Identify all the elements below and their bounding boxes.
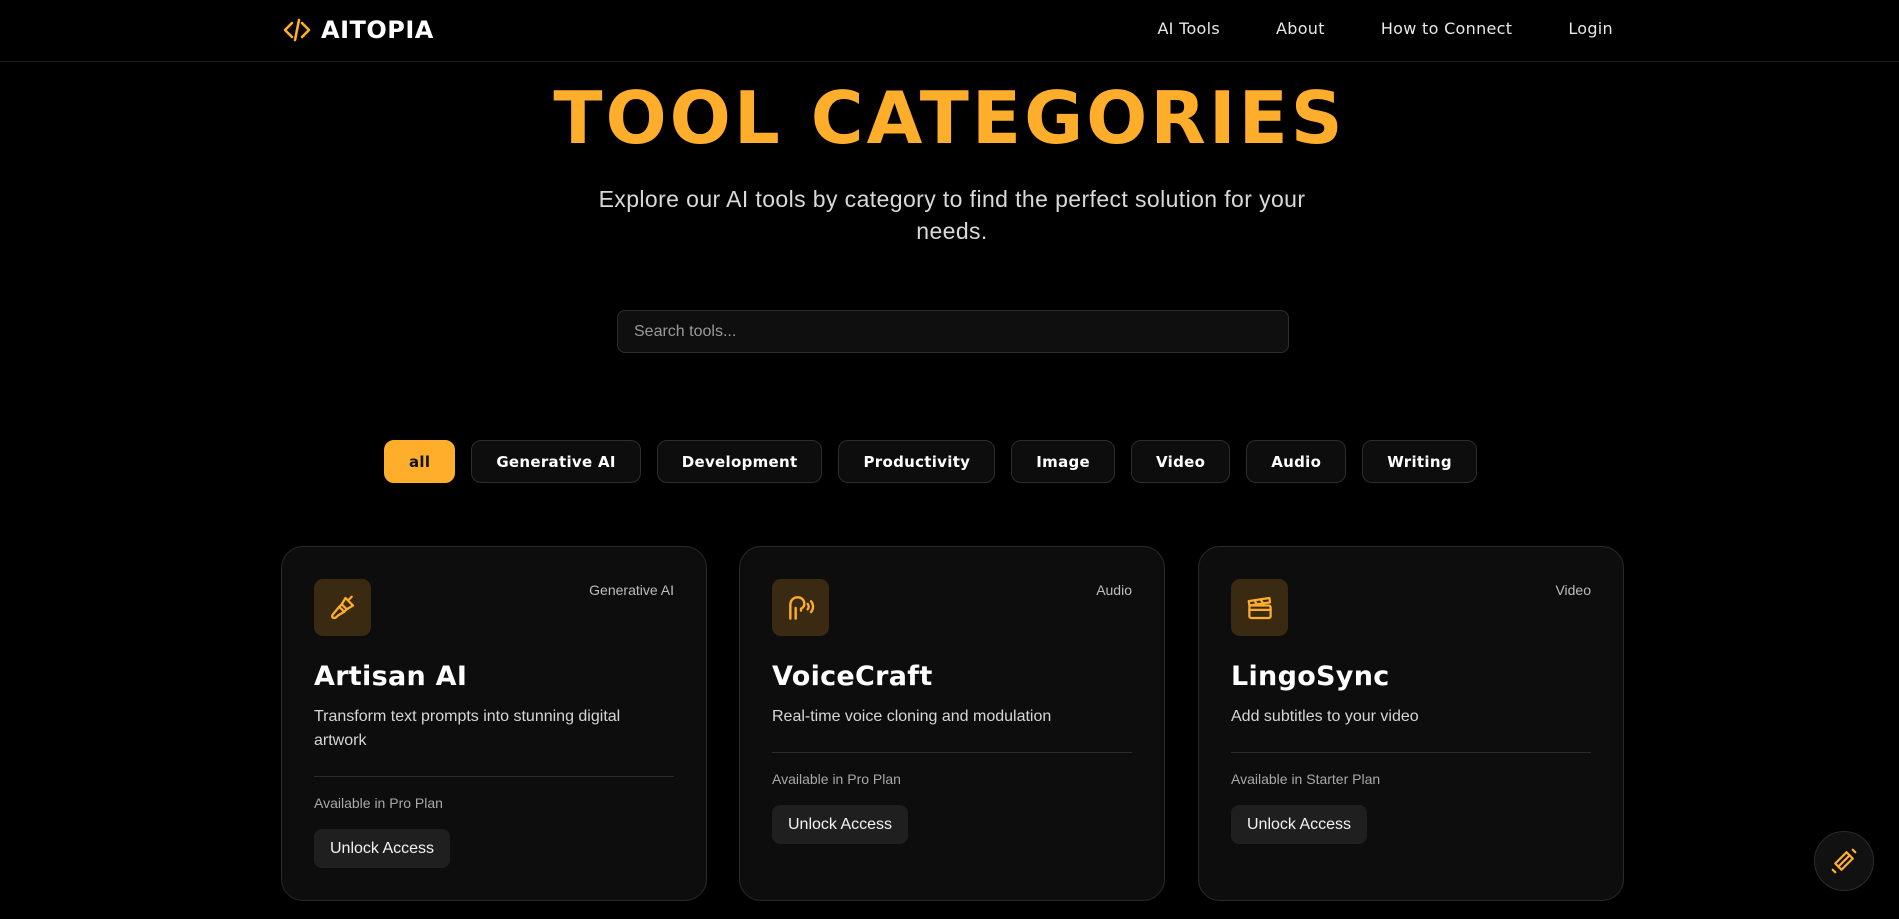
unlock-access-button[interactable]: Unlock Access <box>314 829 451 868</box>
clapperboard-icon <box>1247 596 1272 619</box>
nav-link-how-to-connect[interactable]: How to Connect <box>1381 19 1513 38</box>
category-filters: all Generative AI Development Productivi… <box>384 440 1477 483</box>
paintbrush-icon <box>330 595 354 619</box>
card-divider <box>314 776 674 777</box>
tool-plan-label: Available in Pro Plan <box>314 795 443 811</box>
tool-category-label: Generative AI <box>589 582 674 598</box>
filter-chip-productivity[interactable]: Productivity <box>838 440 996 483</box>
filter-chip-development[interactable]: Development <box>656 440 823 483</box>
brand-name: AITOPIA <box>321 16 434 44</box>
tool-category-label: Audio <box>1096 582 1132 598</box>
tool-card-lingosync[interactable]: Video LingoSync Add subtitles to your vi… <box>1198 546 1624 901</box>
filter-chip-writing[interactable]: Writing <box>1362 440 1477 483</box>
code-icon <box>283 18 311 42</box>
tool-icon-box <box>1231 579 1288 636</box>
tool-description: Real-time voice cloning and modulation <box>772 708 1052 725</box>
tool-description: Add subtitles to your video <box>1231 708 1419 725</box>
brand-logo-icon <box>1831 848 1857 874</box>
filter-chip-audio[interactable]: Audio <box>1246 440 1347 483</box>
voice-icon <box>788 595 814 620</box>
tool-icon-box <box>772 579 829 636</box>
tool-title: Artisan AI <box>314 661 468 692</box>
page-title: TOOL CATEGORIES <box>553 76 1346 160</box>
filter-chip-image[interactable]: Image <box>1011 440 1116 483</box>
card-divider <box>772 752 1132 753</box>
filter-chip-generative-ai[interactable]: Generative AI <box>471 440 641 483</box>
tool-description: Transform text prompts into stunning dig… <box>314 708 621 749</box>
nav-link-ai-tools[interactable]: AI Tools <box>1157 19 1220 38</box>
tool-icon-box <box>314 579 371 636</box>
tool-category-label: Video <box>1555 582 1591 598</box>
brand-logo[interactable]: AITOPIA <box>281 14 434 46</box>
nav-link-about[interactable]: About <box>1276 19 1325 38</box>
tool-card-artisan-ai[interactable]: Generative AI Artisan AI Transform text … <box>281 546 707 901</box>
filter-chip-all[interactable]: all <box>384 440 456 483</box>
page-subtitle: Explore our AI tools by category to find… <box>598 186 1306 244</box>
filter-chip-video[interactable]: Video <box>1131 440 1231 483</box>
nav-links: AI Tools About How to Connect Login <box>1157 19 1613 38</box>
top-nav: AITOPIA AI Tools About How to Connect Lo… <box>0 0 1899 62</box>
tool-title: VoiceCraft <box>772 661 933 692</box>
tool-card-voicecraft[interactable]: Audio VoiceCraft Real-time voice cloning… <box>739 546 1165 901</box>
nav-link-login[interactable]: Login <box>1568 19 1613 38</box>
tool-plan-label: Available in Starter Plan <box>1231 771 1381 787</box>
unlock-access-button[interactable]: Unlock Access <box>772 805 909 844</box>
search-input[interactable] <box>617 310 1289 353</box>
tool-plan-label: Available in Pro Plan <box>772 771 901 787</box>
tool-title: LingoSync <box>1231 661 1390 692</box>
card-divider <box>1231 752 1591 753</box>
unlock-access-button[interactable]: Unlock Access <box>1231 805 1368 844</box>
floating-action-button[interactable] <box>1814 831 1874 891</box>
